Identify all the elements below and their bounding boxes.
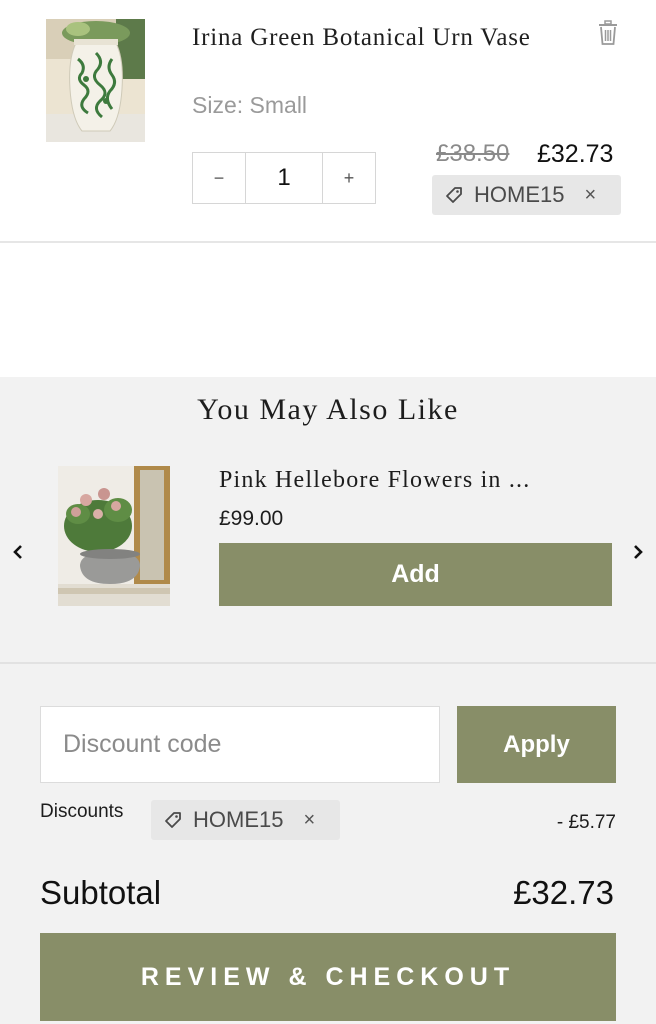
subtotal-value: £32.73 (513, 874, 614, 911)
discount-code-badge: HOME15 × (432, 175, 621, 215)
recommended-product-price: £99.00 (219, 507, 284, 530)
review-checkout-button[interactable]: REVIEW & CHECKOUT (40, 933, 616, 1021)
recommended-product-image[interactable] (58, 466, 170, 606)
discount-code-input[interactable]: Discount code (40, 706, 440, 783)
cart-summary: Discount code Apply Discounts HOME15 × -… (0, 664, 656, 1024)
applied-discount-badge: HOME15 × (151, 800, 340, 840)
discounted-price: £32.73 (537, 140, 614, 168)
discount-code-label: HOME15 (474, 182, 565, 207)
apply-discount-button[interactable]: Apply (457, 706, 616, 783)
increase-quantity-button[interactable]: + (323, 153, 375, 203)
trash-icon[interactable] (596, 20, 620, 46)
decrease-quantity-button[interactable]: − (193, 153, 245, 203)
quantity-input[interactable]: 1 (245, 153, 323, 203)
discounts-label: Discounts (40, 801, 124, 822)
chevron-left-icon[interactable] (8, 542, 28, 562)
product-thumbnail[interactable] (46, 19, 145, 142)
tag-icon (163, 810, 183, 830)
recommended-product-title[interactable]: Pink Hellebore Flowers in ... (219, 467, 614, 494)
product-title[interactable]: Irina Green Botanical Urn Vase (192, 20, 552, 55)
quantity-stepper: − 1 + (192, 152, 376, 204)
applied-discount-code: HOME15 (193, 807, 284, 832)
remove-applied-discount-button[interactable]: × (303, 809, 315, 832)
subtotal-label: Subtotal (40, 874, 162, 911)
remove-discount-button[interactable]: × (584, 184, 596, 207)
chevron-right-icon[interactable] (628, 542, 648, 562)
product-variant: Size: Small (192, 92, 308, 118)
tag-icon (444, 185, 464, 205)
cart-line-item: Irina Green Botanical Urn Vase Size: Sma… (0, 0, 656, 243)
recommendations-heading: You May Also Like (197, 393, 459, 426)
discount-amount: - £5.77 (556, 812, 616, 833)
add-to-cart-button[interactable]: Add (219, 543, 612, 606)
original-price: £38.50 (436, 140, 510, 167)
recommendations-section: You May Also Like Pink Hellebore Flowers… (0, 377, 656, 664)
